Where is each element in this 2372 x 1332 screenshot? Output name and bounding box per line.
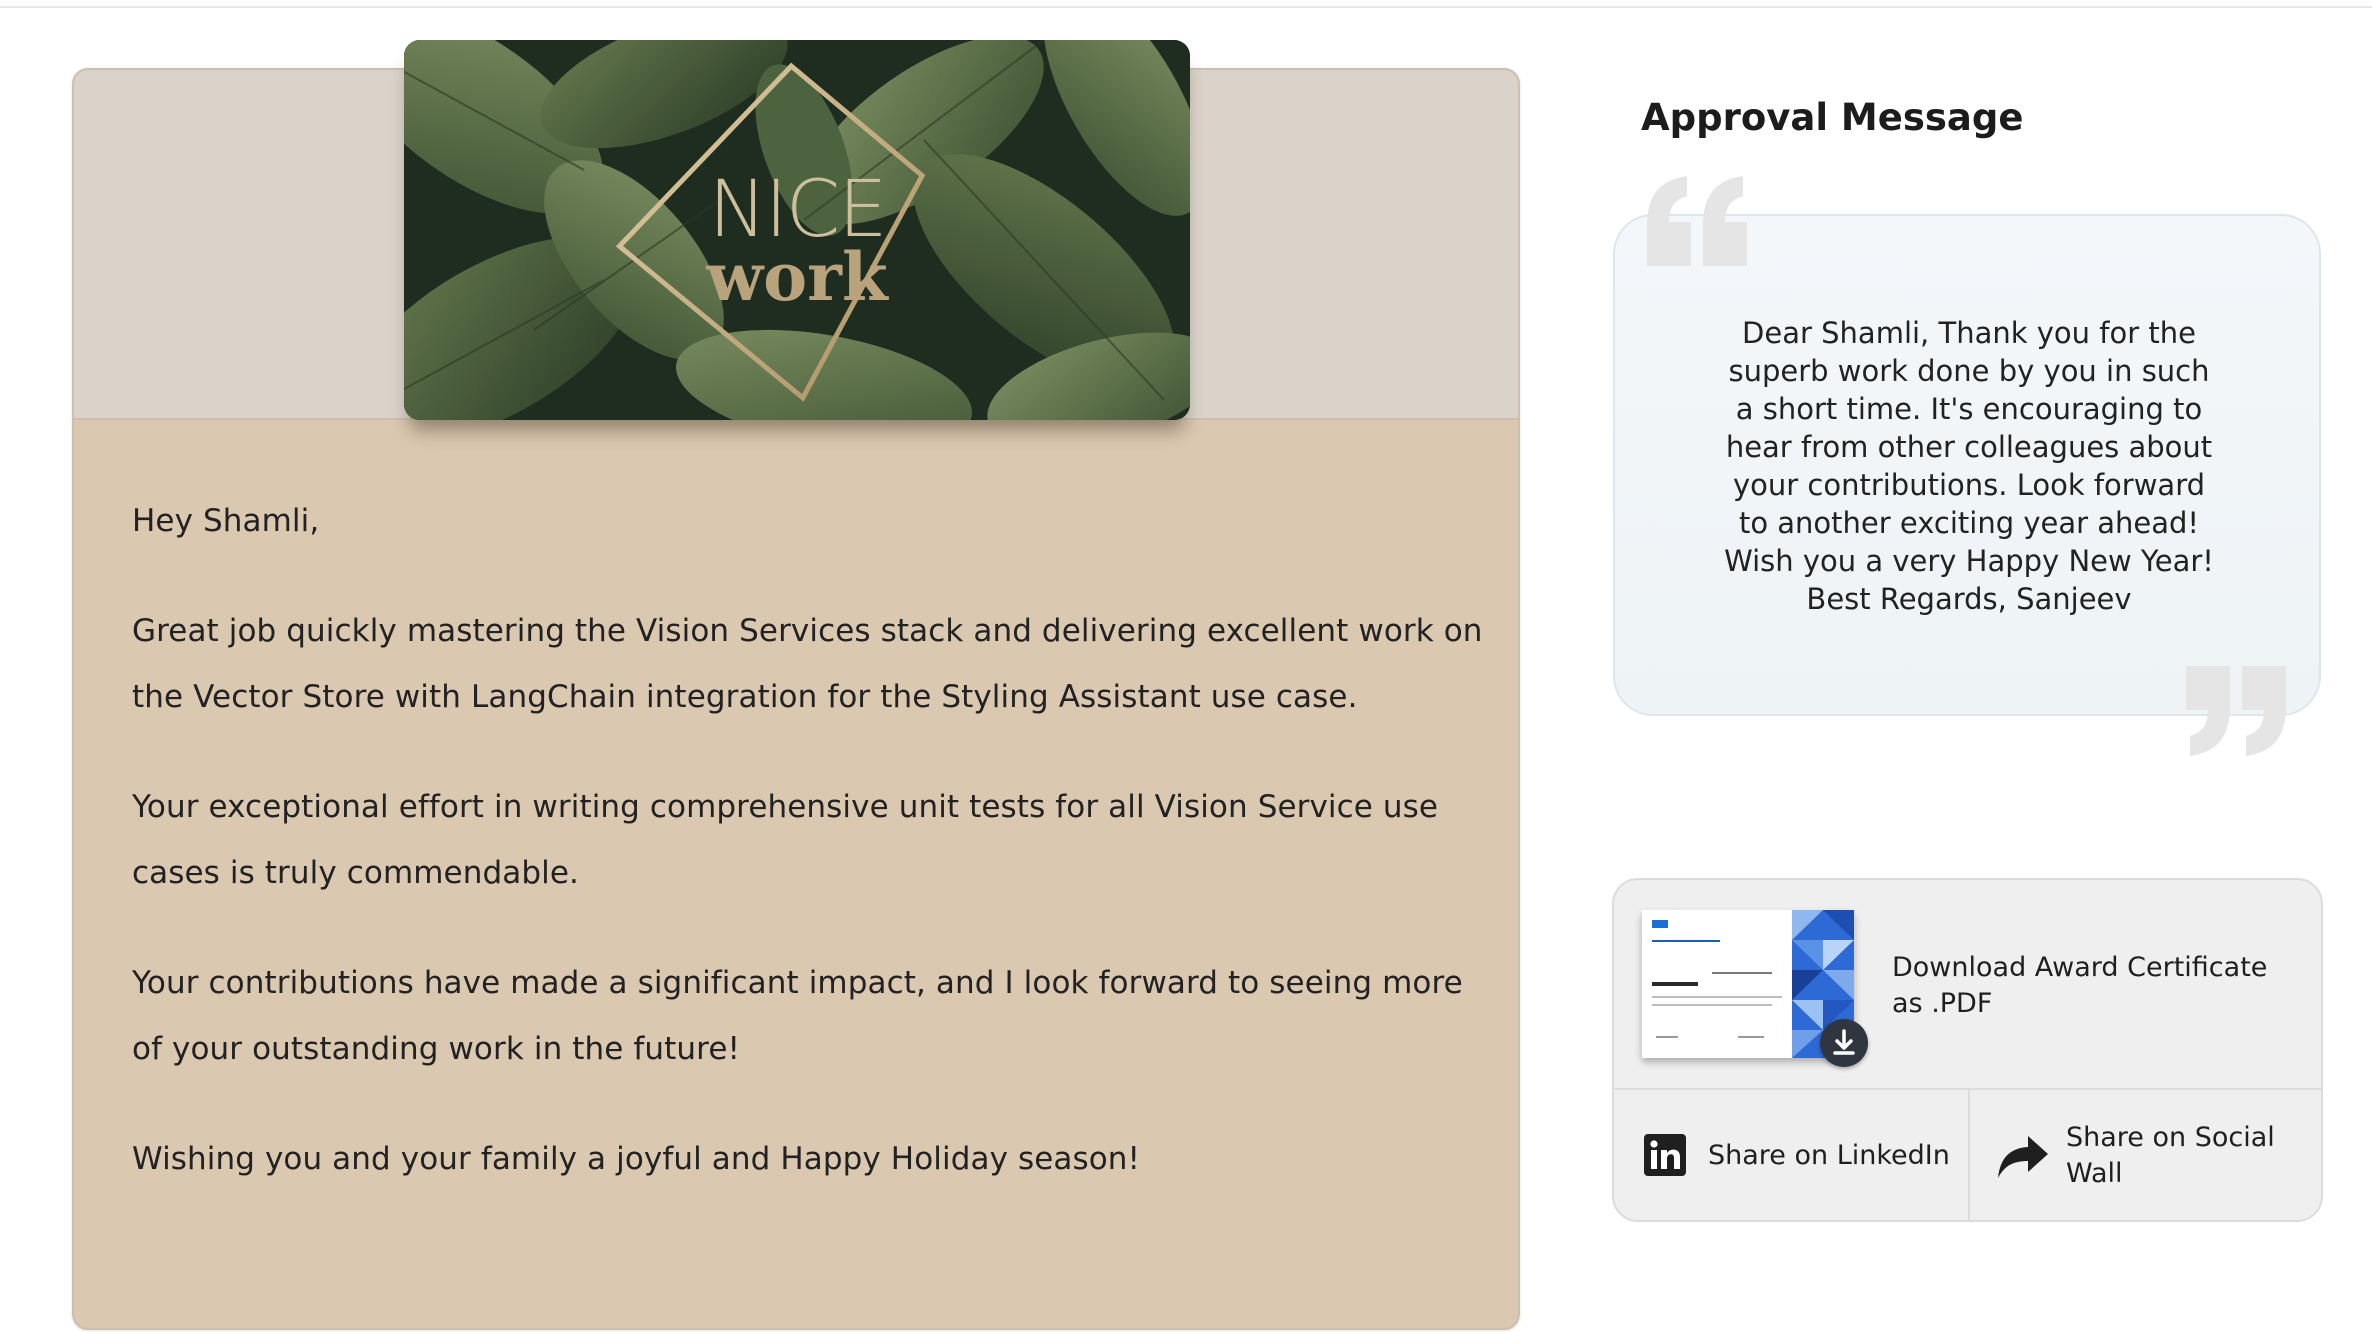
share-social-wall-button[interactable]: Share on Social Wall	[1970, 1088, 2321, 1220]
certificate-heading-line	[1652, 940, 1720, 942]
share-social-wall-label: Share on Social Wall	[2066, 1122, 2275, 1189]
quote-close-icon	[2186, 666, 2286, 756]
approval-message-box: Dear Shamli, Thank you for the superb wo…	[1613, 214, 2321, 716]
certificate-recipient-name	[1652, 982, 1698, 986]
download-badge	[1820, 1019, 1868, 1067]
certificate-text-line	[1712, 972, 1772, 974]
banner-title-work: work	[706, 238, 888, 316]
share-linkedin-button[interactable]: Share on LinkedIn	[1614, 1088, 1970, 1220]
message-closing: Wishing you and your family a joyful and…	[132, 1141, 1141, 1177]
linkedin-icon	[1644, 1134, 1686, 1176]
message-paragraph: Great job quickly mastering the Vision S…	[132, 613, 1483, 715]
message-paragraph: Your exceptional effort in writing compr…	[132, 789, 1439, 891]
message-greeting: Hey Shamli,	[132, 503, 320, 539]
share-linkedin-label: Share on LinkedIn	[1708, 1140, 1950, 1171]
share-buttons-row: Share on LinkedIn Share on Social Wall	[1614, 1088, 2321, 1220]
approval-message-text: Dear Shamli, Thank you for the superb wo…	[1724, 316, 2214, 616]
top-divider	[0, 6, 2372, 8]
certificate-signature-line	[1738, 1036, 1764, 1038]
certificate-text-line	[1652, 1004, 1772, 1006]
quote-open-icon	[1647, 176, 1747, 266]
approval-message-heading: Approval Message	[1641, 96, 2024, 139]
certificate-actions-panel: Download Award Certificate as .PDF Share…	[1612, 878, 2323, 1222]
download-certificate-label: Download Award Certificate as .PDF	[1892, 952, 2268, 1019]
message-paragraph: Your contributions have made a significa…	[132, 965, 1463, 1067]
download-certificate-button[interactable]: Download Award Certificate as .PDF	[1614, 880, 2321, 1090]
certificate-logo	[1652, 920, 1668, 928]
share-arrow-icon	[1998, 1136, 2048, 1178]
certificate-signature-line	[1656, 1036, 1678, 1038]
message-body: Hey Shamli, Great job quickly mastering …	[132, 488, 1492, 1236]
download-icon	[1833, 1029, 1855, 1055]
award-banner-image: NICE work	[404, 40, 1190, 420]
certificate-text-line	[1652, 996, 1782, 998]
